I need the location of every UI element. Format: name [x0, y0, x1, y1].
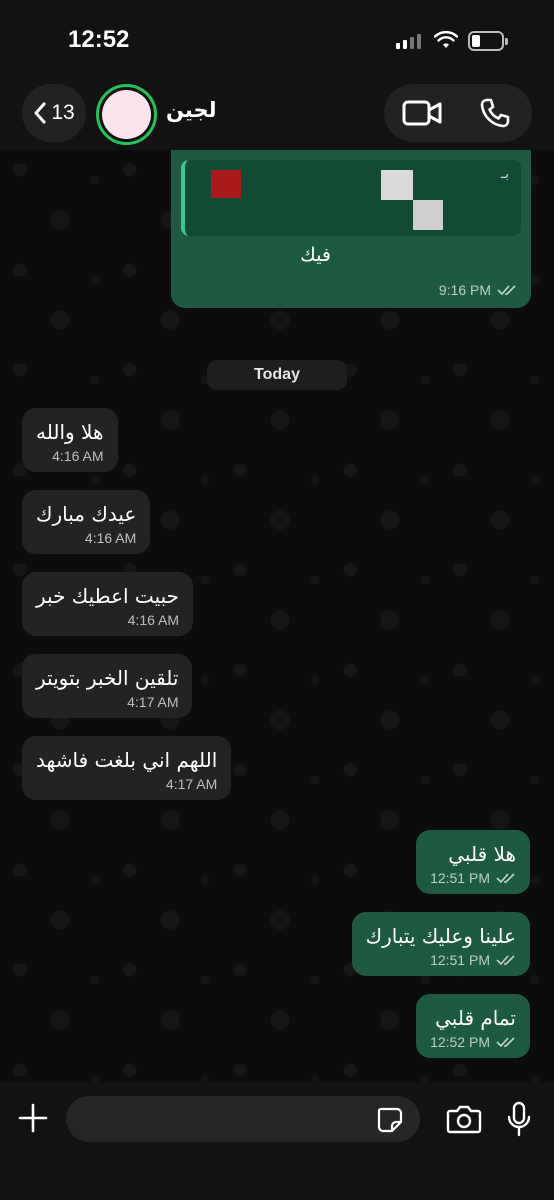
cellular-signal-icon — [396, 34, 421, 49]
quoted-author: بـ — [501, 166, 509, 182]
message-bubble-incoming[interactable]: تلقين الخبر بتويتر 4:17 AM — [22, 654, 193, 718]
message-meta: 4:17 AM — [36, 694, 178, 710]
message-time: 4:16 AM — [52, 448, 104, 464]
message-time: 4:16 AM — [127, 612, 180, 628]
date-separator: Today — [207, 360, 347, 390]
message-text: اللهم اني بلغت فاشهد — [36, 748, 218, 772]
message-time: 12:52 PM — [430, 1034, 490, 1050]
message-bubble-incoming[interactable]: اللهم اني بلغت فاشهد 4:17 AM — [22, 736, 232, 800]
redaction-block — [413, 200, 443, 230]
message-bubble-incoming[interactable]: عيدك مبارك 4:16 AM — [22, 490, 151, 554]
message-bubble-incoming[interactable]: هلا والله 4:16 AM — [22, 408, 118, 472]
message-meta: 4:16 AM — [36, 612, 179, 628]
message-time: 4:17 AM — [165, 776, 218, 792]
message-meta: 12:51 PM — [430, 870, 516, 886]
status-time: 12:52 — [68, 26, 130, 53]
double-check-icon — [497, 285, 516, 296]
message-meta: 4:17 AM — [36, 776, 217, 792]
message-meta: 12:52 PM — [430, 1034, 516, 1050]
message-time: 9:16 PM — [438, 282, 491, 298]
message-meta: 9:16 PM — [439, 282, 517, 298]
message-text: تمام قلبي — [435, 1006, 516, 1030]
message-time: 12:51 PM — [430, 952, 490, 968]
message-text: فيك — [300, 244, 331, 266]
message-time: 12:51 PM — [430, 870, 490, 886]
message-bubble-incoming[interactable]: حبيت اعطيك خبر 4:16 AM — [22, 572, 194, 636]
double-check-icon — [496, 1037, 515, 1048]
status-bar: 12:52 — [0, 0, 554, 80]
message-meta: 4:16 AM — [36, 530, 136, 546]
redaction-block — [211, 170, 241, 198]
contact-name[interactable]: لجين — [166, 98, 217, 122]
message-text: تلقين الخبر بتويتر — [36, 666, 179, 690]
sticker-icon[interactable] — [376, 1106, 404, 1134]
unread-count: 13 — [51, 101, 75, 124]
quoted-message[interactable]: بـ — [181, 160, 521, 236]
message-text: هلا والله — [36, 420, 104, 444]
chevron-left-icon — [34, 102, 46, 124]
double-check-icon — [496, 955, 515, 966]
composer-bar — [0, 1082, 554, 1200]
back-button[interactable]: 13 — [22, 84, 86, 142]
message-text: هلا قلبي — [448, 842, 516, 866]
message-bubble-outgoing[interactable]: علينا وعليك يتبارك 12:51 PM — [351, 912, 530, 976]
call-actions — [384, 84, 532, 142]
avatar[interactable] — [96, 84, 157, 145]
message-bubble-outgoing[interactable]: تمام قلبي 12:52 PM — [416, 994, 530, 1058]
chat-header: 13 لجين — [0, 80, 554, 158]
message-input[interactable] — [66, 1096, 366, 1142]
message-time: 4:17 AM — [127, 694, 179, 710]
phone-icon[interactable] — [479, 97, 511, 129]
message-text: حبيت اعطيك خبر — [36, 584, 180, 608]
redaction-block — [381, 170, 413, 200]
message-text: عيدك مبارك — [36, 502, 137, 526]
double-check-icon — [496, 873, 515, 884]
message-bubble-outgoing[interactable]: بـ فيك 9:16 PM — [171, 150, 531, 308]
message-meta: 12:51 PM — [366, 952, 516, 968]
plus-icon[interactable] — [17, 1102, 49, 1134]
message-bubble-outgoing[interactable]: هلا قلبي 12:51 PM — [416, 830, 530, 894]
video-camera-icon[interactable] — [402, 99, 442, 127]
message-meta: 4:16 AM — [36, 448, 104, 464]
camera-icon[interactable] — [446, 1104, 482, 1134]
microphone-icon[interactable] — [506, 1101, 532, 1137]
battery-icon — [468, 31, 508, 51]
wifi-icon — [434, 31, 458, 48]
message-time: 4:16 AM — [84, 530, 137, 546]
message-text: علينا وعليك يتبارك — [365, 924, 516, 948]
message-input-container — [66, 1096, 420, 1142]
